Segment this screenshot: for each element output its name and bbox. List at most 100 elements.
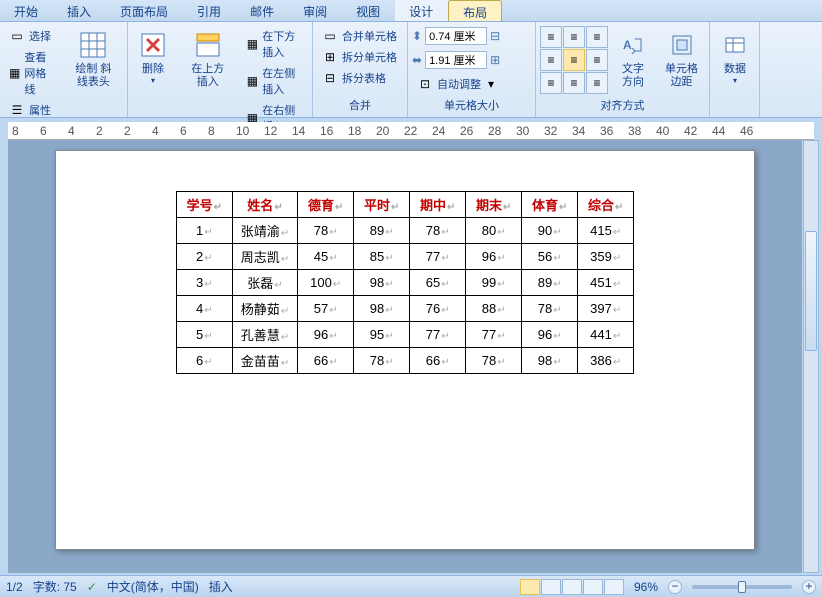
outline-view[interactable]	[583, 579, 603, 595]
table-cell[interactable]: 78↵	[410, 218, 466, 244]
zoom-out-button[interactable]: −	[668, 580, 682, 594]
tab-3[interactable]: 引用	[183, 0, 236, 21]
table-cell[interactable]: 95↵	[354, 322, 410, 348]
table-cell[interactable]: 386↵	[578, 348, 634, 374]
table-row[interactable]: 5↵孔善慧↵96↵95↵77↵77↵96↵441↵	[176, 322, 633, 348]
table-header[interactable]: 体育↵	[522, 192, 578, 218]
table-header[interactable]: 德育↵	[298, 192, 354, 218]
table-cell[interactable]: 1↵	[176, 218, 232, 244]
fullscreen-reading-view[interactable]	[541, 579, 561, 595]
table-header[interactable]: 姓名↵	[232, 192, 297, 218]
align-bot-right[interactable]: ≡	[586, 72, 608, 94]
table-row[interactable]: 3↵张磊↵100↵98↵65↵99↵89↵451↵	[176, 270, 633, 296]
table-header[interactable]: 期中↵	[410, 192, 466, 218]
table-cell[interactable]: 6↵	[176, 348, 232, 374]
scrollbar-thumb[interactable]	[805, 231, 817, 351]
align-mid-right[interactable]: ≡	[586, 49, 608, 71]
zoom-percent[interactable]: 96%	[634, 580, 658, 594]
web-layout-view[interactable]	[562, 579, 582, 595]
distribute-rows-button[interactable]: ⊟	[490, 29, 500, 43]
table-cell[interactable]: 96↵	[298, 322, 354, 348]
table-cell[interactable]: 78↵	[354, 348, 410, 374]
tab-8[interactable]: 布局	[448, 0, 502, 21]
insert-mode[interactable]: 插入	[209, 578, 233, 595]
table-cell[interactable]: 45↵	[298, 244, 354, 270]
table-cell[interactable]: 77↵	[410, 322, 466, 348]
table-cell[interactable]: 3↵	[176, 270, 232, 296]
tab-5[interactable]: 审阅	[289, 0, 342, 21]
table-cell[interactable]: 80↵	[466, 218, 522, 244]
align-bot-left[interactable]: ≡	[540, 72, 562, 94]
table-cell[interactable]: 397↵	[578, 296, 634, 322]
table-cell[interactable]: 359↵	[578, 244, 634, 270]
insert-left-button[interactable]: ▦在左侧插入	[241, 63, 308, 99]
table-cell[interactable]: 98↵	[522, 348, 578, 374]
table-cell[interactable]: 78↵	[466, 348, 522, 374]
tab-6[interactable]: 视图	[342, 0, 395, 21]
zoom-in-button[interactable]: +	[802, 580, 816, 594]
text-direction-button[interactable]: A 文字方向	[612, 26, 654, 92]
table-cell[interactable]: 96↵	[522, 322, 578, 348]
align-bot-center[interactable]: ≡	[563, 72, 585, 94]
zoom-handle[interactable]	[738, 581, 746, 593]
table-cell[interactable]: 2↵	[176, 244, 232, 270]
data-button[interactable]: 数据▾	[714, 26, 756, 88]
table-cell[interactable]: 金苗苗↵	[232, 348, 297, 374]
table-cell[interactable]: 99↵	[466, 270, 522, 296]
table-cell[interactable]: 张靖渝↵	[232, 218, 297, 244]
table-cell[interactable]: 56↵	[522, 244, 578, 270]
split-cells-button[interactable]: ⊞拆分单元格	[317, 47, 402, 67]
print-layout-view[interactable]	[520, 579, 540, 595]
table-cell[interactable]: 65↵	[410, 270, 466, 296]
table-cell[interactable]: 88↵	[466, 296, 522, 322]
align-mid-left[interactable]: ≡	[540, 49, 562, 71]
table-header[interactable]: 期末↵	[466, 192, 522, 218]
table-cell[interactable]: 89↵	[354, 218, 410, 244]
table-cell[interactable]: 77↵	[410, 244, 466, 270]
data-table[interactable]: 学号↵姓名↵德育↵平时↵期中↵期末↵体育↵综合↵1↵张靖渝↵78↵89↵78↵8…	[176, 191, 634, 374]
align-top-left[interactable]: ≡	[540, 26, 562, 48]
tab-4[interactable]: 邮件	[236, 0, 289, 21]
table-cell[interactable]: 杨静茹↵	[232, 296, 297, 322]
table-cell[interactable]: 78↵	[522, 296, 578, 322]
table-cell[interactable]: 周志凯↵	[232, 244, 297, 270]
table-header[interactable]: 平时↵	[354, 192, 410, 218]
table-cell[interactable]: 77↵	[466, 322, 522, 348]
table-cell[interactable]: 451↵	[578, 270, 634, 296]
table-row[interactable]: 6↵金苗苗↵66↵78↵66↵78↵98↵386↵	[176, 348, 633, 374]
table-cell[interactable]: 孔善慧↵	[232, 322, 297, 348]
table-cell[interactable]: 441↵	[578, 322, 634, 348]
table-cell[interactable]: 89↵	[522, 270, 578, 296]
merge-cells-button[interactable]: ▭合并单元格	[317, 26, 402, 46]
proofing-icon[interactable]: ✓	[87, 580, 97, 594]
zoom-slider[interactable]	[692, 585, 792, 589]
table-cell[interactable]: 4↵	[176, 296, 232, 322]
distribute-cols-button[interactable]: ⊞	[490, 53, 500, 67]
insert-above-button[interactable]: 在上方 插入	[178, 26, 237, 92]
table-cell[interactable]: 96↵	[466, 244, 522, 270]
table-cell[interactable]: 98↵	[354, 296, 410, 322]
align-top-right[interactable]: ≡	[586, 26, 608, 48]
table-cell[interactable]: 76↵	[410, 296, 466, 322]
table-cell[interactable]: 66↵	[410, 348, 466, 374]
align-top-center[interactable]: ≡	[563, 26, 585, 48]
col-width-input[interactable]	[425, 51, 487, 69]
table-cell[interactable]: 张磊↵	[232, 270, 297, 296]
language-indicator[interactable]: 中文(简体，中国)	[107, 578, 199, 595]
word-count[interactable]: 字数: 75	[33, 578, 77, 595]
horizontal-ruler[interactable]: 8642246810121416182022242628303234363840…	[8, 122, 814, 140]
table-cell[interactable]: 90↵	[522, 218, 578, 244]
properties-button[interactable]: ☰属性	[4, 100, 60, 120]
table-row[interactable]: 4↵杨静茹↵57↵98↵76↵88↵78↵397↵	[176, 296, 633, 322]
table-header[interactable]: 综合↵	[578, 192, 634, 218]
split-table-button[interactable]: ⊟拆分表格	[317, 68, 402, 88]
table-cell[interactable]: 98↵	[354, 270, 410, 296]
table-cell[interactable]: 5↵	[176, 322, 232, 348]
view-gridlines-button[interactable]: ▦查看网格线	[4, 47, 60, 99]
table-cell[interactable]: 85↵	[354, 244, 410, 270]
table-header[interactable]: 学号↵	[176, 192, 232, 218]
tab-0[interactable]: 开始	[0, 0, 53, 21]
draw-diagonal-header-button[interactable]: 绘制 斜线表头	[64, 26, 123, 92]
table-cell[interactable]: 57↵	[298, 296, 354, 322]
row-height-input[interactable]	[425, 27, 487, 45]
